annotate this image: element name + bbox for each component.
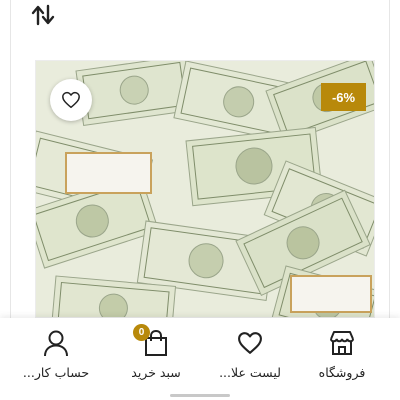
nav-account-label: حساب کار... [22,365,90,380]
heart-icon [238,332,262,354]
heart-outline-icon [62,91,80,109]
nav-shop-label: فروشگاه [318,365,366,380]
bottom-navigation: حساب کار... 0 سبد خرید لیست علا... فروشگ… [0,318,400,400]
nav-cart-label: سبد خرید [131,365,181,380]
nav-cart[interactable]: 0 سبد خرید [110,324,202,388]
sort-arrows-icon [31,4,55,26]
home-indicator[interactable] [170,394,230,397]
content-border-left [10,0,11,318]
wishlist-button[interactable] [50,79,92,121]
nav-shop[interactable]: فروشگاه [296,328,388,388]
user-icon [44,330,68,357]
store-icon [330,331,354,355]
content-border-right [389,0,390,318]
sort-button[interactable] [28,0,68,30]
cart-count-badge: 0 [133,324,150,341]
nav-account[interactable]: حساب کار... [10,328,102,388]
nav-wishlist-label: لیست علا... [219,365,281,380]
nav-wishlist[interactable]: لیست علا... [204,328,296,388]
discount-badge: -6% [321,83,366,111]
product-card[interactable]: -6% [35,60,375,318]
